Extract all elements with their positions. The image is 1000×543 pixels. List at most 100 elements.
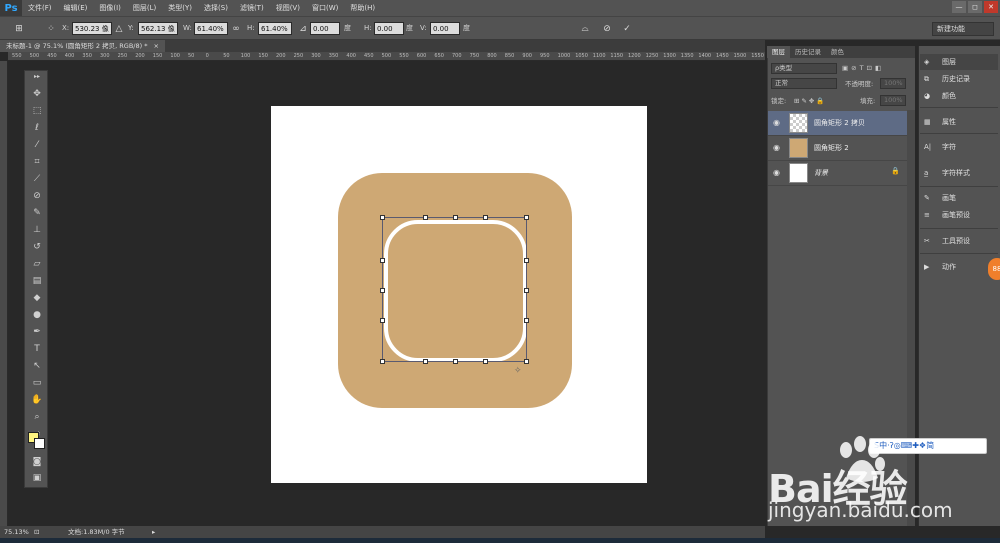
- transform-handle[interactable]: [483, 215, 488, 220]
- menu-file[interactable]: 文件(F): [22, 0, 58, 16]
- transform-tool-icon[interactable]: ⊞: [12, 22, 26, 36]
- minimize-button[interactable]: —: [952, 1, 966, 13]
- dock-item-color[interactable]: ◕ 颜色: [920, 88, 998, 104]
- link-icon[interactable]: ∞: [229, 22, 243, 36]
- history-brush-tool-icon[interactable]: ↺: [29, 240, 45, 255]
- dock-item-actions[interactable]: ▶ 动作: [920, 259, 998, 275]
- delta-icon[interactable]: △: [112, 22, 126, 36]
- transform-handle[interactable]: [380, 288, 385, 293]
- brush-tool-icon[interactable]: ✎: [29, 206, 45, 221]
- menu-type[interactable]: 类型(Y): [162, 0, 198, 16]
- transform-handle[interactable]: [483, 359, 488, 364]
- x-input[interactable]: 530.23 像: [72, 22, 112, 35]
- layer-row[interactable]: ◉ 圆角矩形 2: [768, 136, 908, 161]
- zoom-level[interactable]: 75.13%: [4, 526, 29, 538]
- commit-transform-icon[interactable]: ✓: [620, 22, 634, 36]
- hand-tool-icon[interactable]: ✋: [29, 393, 45, 408]
- document-tab[interactable]: 未标题-1 @ 75.1% (圆角矩形 2 拷贝, RGB/8) * ×: [0, 40, 165, 52]
- healing-brush-tool-icon[interactable]: ⊘: [29, 189, 45, 204]
- workspace-select[interactable]: 新建功能: [932, 22, 994, 36]
- dock-item-properties[interactable]: ▦ 属性: [920, 114, 998, 130]
- filter-icons[interactable]: ▣⊘T⊡◧: [842, 62, 884, 74]
- lock-icons[interactable]: ⊞✎✥🔒: [794, 95, 826, 107]
- warp-icon[interactable]: ⌓: [578, 22, 592, 36]
- dock-item-character-styles[interactable]: a̲ 字符样式: [920, 165, 998, 181]
- type-tool-icon[interactable]: T: [29, 342, 45, 357]
- transform-handle[interactable]: [380, 215, 385, 220]
- move-tool-icon[interactable]: ✥: [29, 87, 45, 102]
- menu-layer[interactable]: 图层(L): [127, 0, 162, 16]
- floating-badge[interactable]: 88: [988, 258, 1000, 280]
- menu-edit[interactable]: 编辑(E): [58, 0, 94, 16]
- gradient-tool-icon[interactable]: ▤: [29, 274, 45, 289]
- horizontal-ruler[interactable]: 550 500 450 400 350 300 250 200 150 100 50 0 50 100 15…: [8, 52, 765, 61]
- pen-tool-icon[interactable]: ✒: [29, 325, 45, 340]
- crop-tool-icon[interactable]: ⌗: [29, 155, 45, 170]
- menu-filter[interactable]: 滤镜(T): [234, 0, 270, 16]
- quick-mask-icon[interactable]: ◙: [29, 455, 45, 470]
- hskew-input[interactable]: 0.00: [374, 22, 404, 35]
- document-close-icon[interactable]: ×: [154, 42, 159, 50]
- menu-view[interactable]: 视图(V): [270, 0, 306, 16]
- background-color-swatch[interactable]: [34, 438, 45, 449]
- transform-handle[interactable]: [380, 359, 385, 364]
- y-input[interactable]: 562.13 像: [138, 22, 178, 35]
- screen-mode-icon[interactable]: ▣: [29, 471, 45, 486]
- dock-item-brush-presets[interactable]: ≡ 画笔预设: [920, 207, 998, 223]
- transform-handle[interactable]: [380, 258, 385, 263]
- tab-layers[interactable]: 图层: [767, 46, 790, 58]
- transform-handle[interactable]: [453, 359, 458, 364]
- toolbox-grip-icon[interactable]: ▸▸: [29, 73, 45, 81]
- cancel-transform-icon[interactable]: ⊘: [600, 22, 614, 36]
- layer-filter-select[interactable]: ρ类型: [771, 63, 837, 74]
- transform-handle[interactable]: [423, 359, 428, 364]
- transform-handle[interactable]: [524, 359, 529, 364]
- height-input[interactable]: 61.40%: [258, 22, 292, 35]
- eraser-tool-icon[interactable]: ▱: [29, 257, 45, 272]
- dock-item-history[interactable]: ⧉ 历史记录: [920, 71, 998, 87]
- status-menu-arrow-icon[interactable]: ▸: [152, 526, 155, 538]
- menu-help[interactable]: 帮助(H): [344, 0, 381, 16]
- path-select-tool-icon[interactable]: ↖: [29, 359, 45, 374]
- menu-image[interactable]: 图像(I): [93, 0, 127, 16]
- fill-input[interactable]: 100%: [880, 95, 906, 106]
- tab-color[interactable]: 颜色: [826, 46, 849, 58]
- transform-handle[interactable]: [524, 288, 529, 293]
- close-button[interactable]: ✕: [984, 1, 998, 13]
- tab-history[interactable]: 历史记录: [790, 46, 826, 58]
- visibility-eye-icon[interactable]: ◉: [773, 168, 783, 178]
- transform-handle[interactable]: [524, 258, 529, 263]
- dock-item-character[interactable]: A| 字符: [920, 139, 998, 155]
- menu-select[interactable]: 选择(S): [198, 0, 234, 16]
- menu-window[interactable]: 窗口(W): [306, 0, 344, 16]
- layers-scrollbar[interactable]: [907, 110, 915, 526]
- opacity-input[interactable]: 100%: [880, 78, 906, 89]
- transform-handle[interactable]: [380, 318, 385, 323]
- width-input[interactable]: 61.40%: [194, 22, 228, 35]
- transform-handle[interactable]: [524, 215, 529, 220]
- quick-select-tool-icon[interactable]: ⁄: [29, 138, 45, 153]
- dock-item-tool-presets[interactable]: ✂ 工具预设: [920, 233, 998, 249]
- angle-input[interactable]: 0.00: [310, 22, 340, 35]
- visibility-eye-icon[interactable]: ◉: [773, 143, 783, 153]
- maximize-button[interactable]: ◻: [968, 1, 982, 13]
- rectangle-tool-icon[interactable]: ▭: [29, 376, 45, 391]
- clone-stamp-tool-icon[interactable]: ⊥: [29, 223, 45, 238]
- lasso-tool-icon[interactable]: ℓ: [29, 121, 45, 136]
- vskew-input[interactable]: 0.00: [430, 22, 460, 35]
- eyedropper-tool-icon[interactable]: ⟋: [29, 172, 45, 187]
- dock-item-brush[interactable]: ✎ 画笔: [920, 190, 998, 206]
- blend-mode-select[interactable]: 正常: [771, 78, 837, 89]
- marquee-tool-icon[interactable]: ⬚: [29, 104, 45, 119]
- layer-row[interactable]: ◉ 圆角矩形 2 拷贝: [768, 111, 908, 136]
- transform-handle[interactable]: [453, 215, 458, 220]
- visibility-eye-icon[interactable]: ◉: [773, 118, 783, 128]
- dock-item-layers[interactable]: ◈ 图层: [920, 54, 998, 70]
- transform-handle[interactable]: [524, 318, 529, 323]
- vertical-ruler[interactable]: [0, 61, 8, 526]
- blur-tool-icon[interactable]: ◆: [29, 291, 45, 306]
- reference-point-icon[interactable]: ⁘: [44, 22, 58, 36]
- dodge-tool-icon[interactable]: ●: [29, 308, 45, 323]
- transform-bounding-box[interactable]: [380, 215, 529, 364]
- layer-row[interactable]: ◉ 背景 🔒: [768, 161, 908, 186]
